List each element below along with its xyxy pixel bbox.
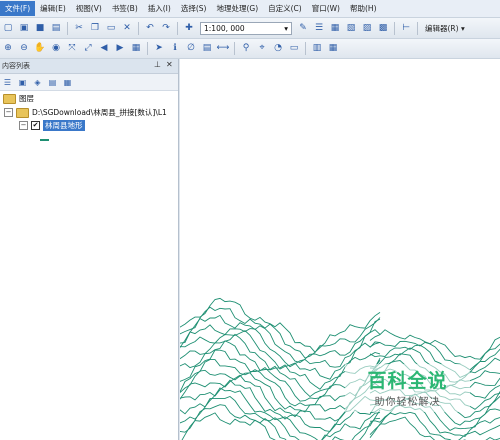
print-icon[interactable]: ▤ <box>50 22 63 35</box>
zoom-in-icon[interactable]: ⊕ <box>2 42 15 55</box>
go-to-xy-icon[interactable]: ⌖ <box>256 42 269 55</box>
toc-title: 内容列表 <box>2 62 30 70</box>
contour-line <box>369 416 500 440</box>
html-popup-icon[interactable]: ▤ <box>201 42 214 55</box>
toc-layer-item[interactable]: − ✔ 林周县地形 <box>19 120 85 131</box>
model-builder-icon[interactable]: ⊢ <box>400 22 413 35</box>
toolbar-separator <box>394 21 395 35</box>
identify-icon[interactable]: ℹ <box>169 42 182 55</box>
toc-title-bar: 内容列表 ⊥ ✕ <box>0 59 178 74</box>
save-icon[interactable]: ■ <box>34 22 47 35</box>
toolbar-separator <box>417 21 418 35</box>
find-icon[interactable]: ⚲ <box>240 42 253 55</box>
toolbar-separator <box>305 42 306 55</box>
pan-icon[interactable]: ✋ <box>34 42 47 55</box>
editor-menu[interactable]: 编辑器(R) ▾ <box>425 23 465 34</box>
toc-source-folder[interactable]: − D:\SGDownload\林周县_拼接[数认]\L1 <box>4 107 167 118</box>
select-features-icon[interactable]: ▦ <box>130 42 143 55</box>
menu-file[interactable]: 文件(F) <box>0 1 36 16</box>
toolbar-separator <box>177 21 178 35</box>
add-data-icon[interactable]: ✚ <box>183 22 196 35</box>
pin-icon[interactable]: ⊥ <box>154 60 161 69</box>
fixed-zoom-out-icon[interactable]: ⤢ <box>82 42 95 55</box>
measure-icon[interactable]: ⟷ <box>217 42 230 55</box>
toc-toolbar: ☰ ▣ ◈ ▤ ▦ <box>0 74 178 91</box>
close-icon[interactable]: ✕ <box>166 60 173 69</box>
watermark-subtitle: 助你轻松解决 <box>374 397 441 408</box>
layer-visibility-checkbox[interactable]: ✔ <box>31 121 40 130</box>
map-scale-value: 1:100, 000 <box>204 23 245 33</box>
layers-root-label: 图层 <box>19 94 34 103</box>
select-elements-icon[interactable]: ➤ <box>153 42 166 55</box>
watermark-title: 百科全说 <box>367 370 448 392</box>
redo-icon[interactable]: ↷ <box>160 22 173 35</box>
table-of-contents-panel: 内容列表 ⊥ ✕ ☰ ▣ ◈ ▤ ▦ 图层 − D:\SGDownload\林周… <box>0 59 179 440</box>
standard-toolbar: ▢ ▣ ■ ▤ ✂ ❐ ▭ ✕ ↶ ↷ ✚ 1:100, 000 ▾ ✎ ☰ ▦… <box>0 18 500 39</box>
arctoolbox-icon[interactable]: ▨ <box>361 22 374 35</box>
toolbar-separator <box>234 42 235 55</box>
toolbar-separator <box>138 21 139 35</box>
menu-view[interactable]: 视图(V) <box>71 1 107 16</box>
delete-icon[interactable]: ✕ <box>121 22 134 35</box>
editor-toolbar-icon[interactable]: ✎ <box>297 22 310 35</box>
tools-toolbar: ⊕ ⊖ ✋ ◉ ⤧ ⤢ ◀ ▶ ▦ ➤ ℹ ∅ ▤ ⟷ ⚲ ⌖ ◔ ▭ ▥ ▦ <box>0 39 500 59</box>
catalog-icon[interactable]: ▦ <box>329 22 342 35</box>
list-by-selection-icon[interactable]: ▤ <box>47 77 58 88</box>
new-document-icon[interactable]: ▢ <box>2 22 15 35</box>
zoom-out-icon[interactable]: ⊖ <box>18 42 31 55</box>
cut-icon[interactable]: ✂ <box>73 22 86 35</box>
menu-insert[interactable]: 插入(I) <box>143 1 176 16</box>
table-of-contents-icon[interactable]: ☰ <box>313 22 326 35</box>
full-extent-icon[interactable]: ◉ <box>50 42 63 55</box>
menu-bar: 文件(F) 编辑(E) 视图(V) 书签(B) 插入(I) 选择(S) 地理处理… <box>0 0 500 18</box>
menu-customize[interactable]: 自定义(C) <box>263 1 307 16</box>
menu-edit[interactable]: 编辑(E) <box>35 1 71 16</box>
folder-icon <box>16 107 29 118</box>
viewer-window-icon[interactable]: ▭ <box>288 42 301 55</box>
menu-window[interactable]: 窗口(W) <box>307 1 345 16</box>
paste-icon[interactable]: ▭ <box>105 22 118 35</box>
collapse-icon[interactable]: − <box>19 121 28 130</box>
menu-selection[interactable]: 选择(S) <box>176 1 212 16</box>
menu-help[interactable]: 帮助(H) <box>345 1 382 16</box>
menu-geoprocessing[interactable]: 地理处理(G) <box>211 1 263 16</box>
clear-selection-icon[interactable]: ∅ <box>185 42 198 55</box>
time-slider-icon[interactable]: ◔ <box>272 42 285 55</box>
toc-layers-root[interactable]: 图层 <box>3 93 34 104</box>
contour-line <box>369 329 500 360</box>
toolbar-separator <box>67 21 68 35</box>
list-by-drawing-order-icon[interactable]: ☰ <box>2 77 13 88</box>
contour-line <box>180 306 381 359</box>
back-extent-icon[interactable]: ◀ <box>98 42 111 55</box>
open-folder-icon[interactable]: ▣ <box>18 22 31 35</box>
list-by-visibility-icon[interactable]: ◈ <box>32 77 43 88</box>
map-scale-select[interactable]: 1:100, 000 ▾ <box>200 21 292 35</box>
line-symbol-swatch <box>40 139 49 141</box>
toolbar-separator <box>147 42 148 55</box>
watermark: 百科全说 助你轻松解决 <box>345 364 470 412</box>
source-path-label: D:\SGDownload\林周县_拼接[数认]\L1 <box>32 108 167 117</box>
undo-icon[interactable]: ↶ <box>144 22 157 35</box>
copy-icon[interactable]: ❐ <box>89 22 102 35</box>
collapse-icon[interactable]: − <box>4 108 13 117</box>
forward-extent-icon[interactable]: ▶ <box>114 42 127 55</box>
layer-name[interactable]: 林周县地形 <box>43 120 85 131</box>
effects-icon[interactable]: ▦ <box>327 42 340 55</box>
list-by-source-icon[interactable]: ▣ <box>17 77 28 88</box>
swipe-icon[interactable]: ▥ <box>311 42 324 55</box>
layers-folder-icon <box>3 93 16 104</box>
python-window-icon[interactable]: ▩ <box>377 22 390 35</box>
menu-bookmarks[interactable]: 书签(B) <box>107 1 143 16</box>
search-window-icon[interactable]: ▧ <box>345 22 358 35</box>
fixed-zoom-in-icon[interactable]: ⤧ <box>66 42 79 55</box>
toc-options-icon[interactable]: ▦ <box>62 77 73 88</box>
chevron-down-icon: ▾ <box>284 23 288 33</box>
